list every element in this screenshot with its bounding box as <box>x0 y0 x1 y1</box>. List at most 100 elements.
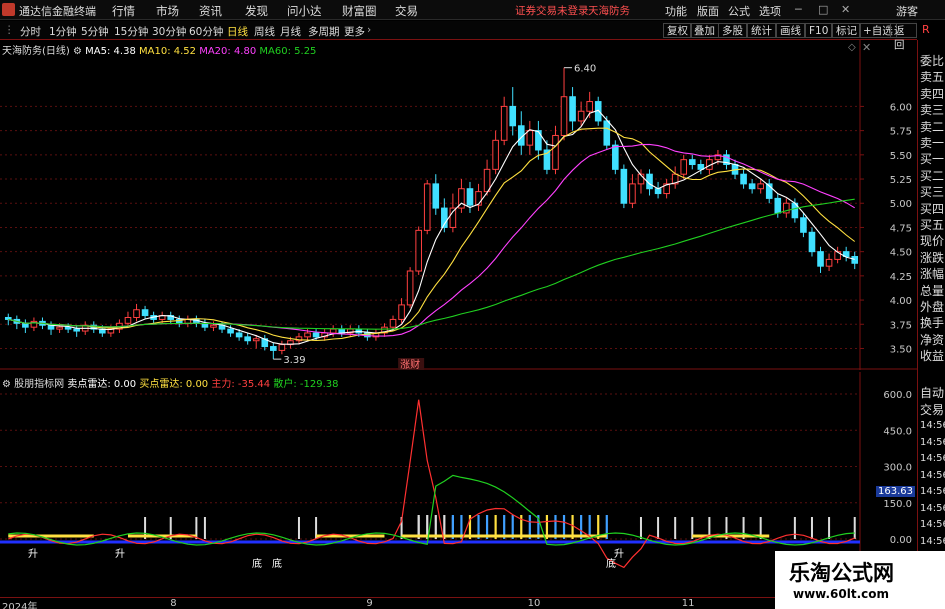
tool-duogu[interactable]: 多股 <box>718 23 747 38</box>
candle-body[interactable] <box>526 130 534 146</box>
candle-body[interactable] <box>432 183 440 209</box>
candle-body[interactable] <box>56 326 63 330</box>
candle-body[interactable] <box>415 229 422 272</box>
candle-body[interactable] <box>270 346 277 351</box>
candle-body[interactable] <box>509 105 517 127</box>
candle-body[interactable] <box>278 344 286 351</box>
candle-body[interactable] <box>629 183 636 204</box>
ma60-label: MA60: 5.25 <box>259 46 317 57</box>
auto-trade-label[interactable]: 交易 <box>920 403 944 417</box>
menu-gongneng[interactable]: 功能 <box>665 3 687 19</box>
candle-body[interactable] <box>492 139 499 170</box>
candle-body[interactable] <box>133 309 140 318</box>
candle-body[interactable] <box>680 159 688 175</box>
candle-body[interactable] <box>569 96 576 122</box>
period-multi[interactable]: 多周期 <box>308 24 340 39</box>
period-1min[interactable]: 1分钟 <box>49 24 77 39</box>
candle-body[interactable] <box>757 183 764 190</box>
candle-body[interactable] <box>774 197 782 214</box>
maximize-icon[interactable]: □ <box>818 3 828 16</box>
tool-f10[interactable]: F10 <box>805 23 833 38</box>
candlestick-chart[interactable]: 6.00 5.75 5.50 5.25 5.00 4.75 4.50 4.25 4.00 3.75… <box>0 40 917 370</box>
candle-body[interactable] <box>825 258 833 267</box>
candle-body[interactable] <box>329 328 337 334</box>
candle-body[interactable] <box>466 188 474 206</box>
tool-fuquan[interactable]: 复权 <box>663 23 692 38</box>
guest-label[interactable]: 游客 <box>896 3 918 19</box>
candle-body[interactable] <box>141 309 149 317</box>
settings-gear-icon[interactable]: ⚙ <box>73 46 82 57</box>
candle-body[interactable] <box>740 173 747 185</box>
period-fenshi[interactable]: 分时 <box>20 24 41 39</box>
candle-body[interactable] <box>483 168 491 193</box>
period-weekly[interactable]: 周线 <box>254 24 275 39</box>
candle-body[interactable] <box>800 217 807 233</box>
candle-body[interactable] <box>312 332 320 338</box>
indicator-name[interactable]: 股朋指标网 <box>14 379 64 390</box>
menu-zixun[interactable]: 资讯 <box>199 3 222 19</box>
menu-faxian[interactable]: 发现 <box>245 3 268 19</box>
period-30min[interactable]: 30分钟 <box>152 24 186 39</box>
menu-xuanxiang[interactable]: 选项 <box>759 3 781 19</box>
menu-gongshi[interactable]: 公式 <box>728 3 750 19</box>
candle-body[interactable] <box>210 324 217 328</box>
stock-period-label[interactable]: 天海防务(日线) <box>2 46 70 57</box>
period-5min[interactable]: 5分钟 <box>81 24 109 39</box>
candle-body[interactable] <box>577 110 585 122</box>
login-status[interactable]: 证券交易未登录 <box>515 3 589 18</box>
candle-body[interactable] <box>748 183 756 190</box>
candle-body[interactable] <box>603 120 611 146</box>
tool-biaoji[interactable]: 标记 <box>832 23 861 38</box>
candle-body[interactable] <box>620 168 628 204</box>
candle-body[interactable] <box>552 134 559 170</box>
period-monthly[interactable]: 月线 <box>280 24 301 39</box>
candle-body[interactable] <box>304 332 311 338</box>
candle-body[interactable] <box>73 328 80 332</box>
indicator-gear-icon[interactable]: ⚙ <box>2 379 11 390</box>
period-daily[interactable]: 日线 <box>227 24 248 39</box>
candle-body[interactable] <box>30 320 38 328</box>
candle-body[interactable] <box>817 251 824 267</box>
menu-jiaoyi[interactable]: 交易 <box>395 3 418 19</box>
candle-body[interactable] <box>235 332 243 338</box>
candle-body[interactable] <box>688 159 696 166</box>
candle-body[interactable] <box>389 318 397 328</box>
candle-body[interactable] <box>244 336 251 342</box>
candle-body[interactable] <box>4 316 12 320</box>
candle-body[interactable] <box>22 322 29 328</box>
candle-body[interactable] <box>252 338 260 342</box>
more-chevron-icon[interactable]: › <box>367 24 371 36</box>
r-indicator-icon[interactable]: R <box>922 23 930 36</box>
period-60min[interactable]: 60分钟 <box>189 24 223 39</box>
candle-body[interactable] <box>475 191 482 206</box>
chart-collapse-icon[interactable]: ◇ <box>848 42 856 53</box>
chart-close-icon[interactable]: ✕ <box>862 41 871 54</box>
period-15min[interactable]: 15分钟 <box>114 24 148 39</box>
menu-banmian[interactable]: 版面 <box>697 3 719 19</box>
tool-tongji[interactable]: 统计 <box>747 23 776 38</box>
candle-body[interactable] <box>851 255 859 264</box>
tool-back[interactable]: 返回 <box>890 23 917 51</box>
auto-trade-label[interactable]: 自动 <box>920 386 944 400</box>
close-icon[interactable]: ✕ <box>841 3 850 16</box>
menu-wenxiaoda[interactable]: 问小达 <box>287 3 322 19</box>
minimize-icon[interactable]: ─ <box>795 3 802 16</box>
candle-body[interactable] <box>612 144 619 170</box>
candle-body[interactable] <box>808 231 816 253</box>
candle-body[interactable] <box>398 304 405 320</box>
candle-body[interactable] <box>586 101 593 112</box>
period-more[interactable]: 更多 <box>344 24 365 39</box>
candle-body[interactable] <box>227 328 234 334</box>
candle-body[interactable] <box>654 188 662 195</box>
candle-body[interactable] <box>500 105 508 141</box>
menu-caifuquan[interactable]: 财富圈 <box>342 3 377 19</box>
candle-body[interactable] <box>423 183 431 231</box>
candle-body[interactable] <box>64 326 72 330</box>
menu-shichang[interactable]: 市场 <box>156 3 179 19</box>
candle-body[interactable] <box>406 270 414 306</box>
tool-diejia[interactable]: 叠加 <box>690 23 719 38</box>
menu-hangqing[interactable]: 行情 <box>112 3 135 19</box>
tool-huaxian[interactable]: 画线 <box>776 23 805 38</box>
candle-body[interactable] <box>560 96 568 136</box>
candle-body[interactable] <box>124 316 132 324</box>
